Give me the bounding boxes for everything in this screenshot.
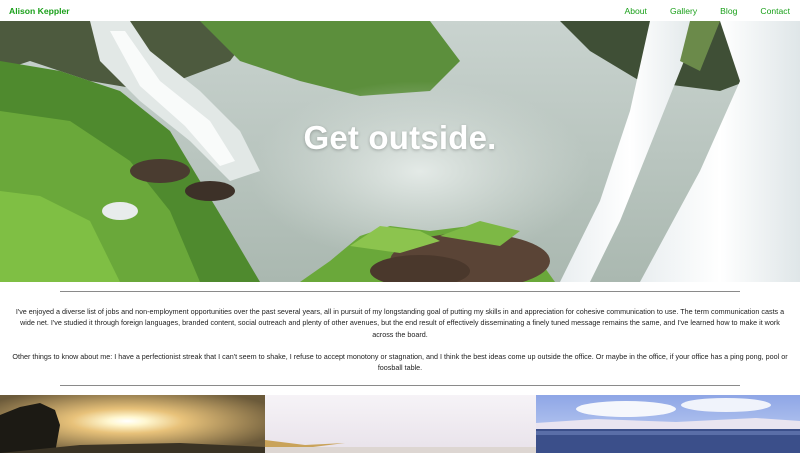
hero-title: Get outside.: [303, 119, 497, 156]
section-divider-top: [60, 291, 740, 292]
bio-paragraph-1: I've enjoyed a diverse list of jobs and …: [15, 307, 785, 339]
nav-link-about[interactable]: About: [624, 6, 646, 16]
hero-banner: Get outside.: [0, 21, 800, 282]
top-nav: Alison Keppler About Gallery Blog Contac…: [0, 0, 800, 21]
bio-paragraph-2: Other things to know about me: I have a …: [12, 352, 788, 373]
section-divider-bottom: [60, 385, 740, 386]
gallery-strip: [0, 395, 800, 453]
nav-link-contact[interactable]: Contact: [760, 6, 790, 16]
nav-link-blog[interactable]: Blog: [720, 6, 737, 16]
gallery-image-sunset[interactable]: [0, 395, 265, 453]
hazy-landscape-image: [265, 395, 536, 453]
nav-links: About Gallery Blog Contact: [601, 6, 790, 16]
nav-link-gallery[interactable]: Gallery: [670, 6, 697, 16]
gallery-image-sky[interactable]: [536, 395, 800, 453]
gallery-image-haze[interactable]: [265, 395, 536, 453]
sunset-image: [0, 395, 265, 453]
brand-link[interactable]: Alison Keppler: [9, 6, 70, 16]
sky-lake-image: [536, 395, 800, 453]
